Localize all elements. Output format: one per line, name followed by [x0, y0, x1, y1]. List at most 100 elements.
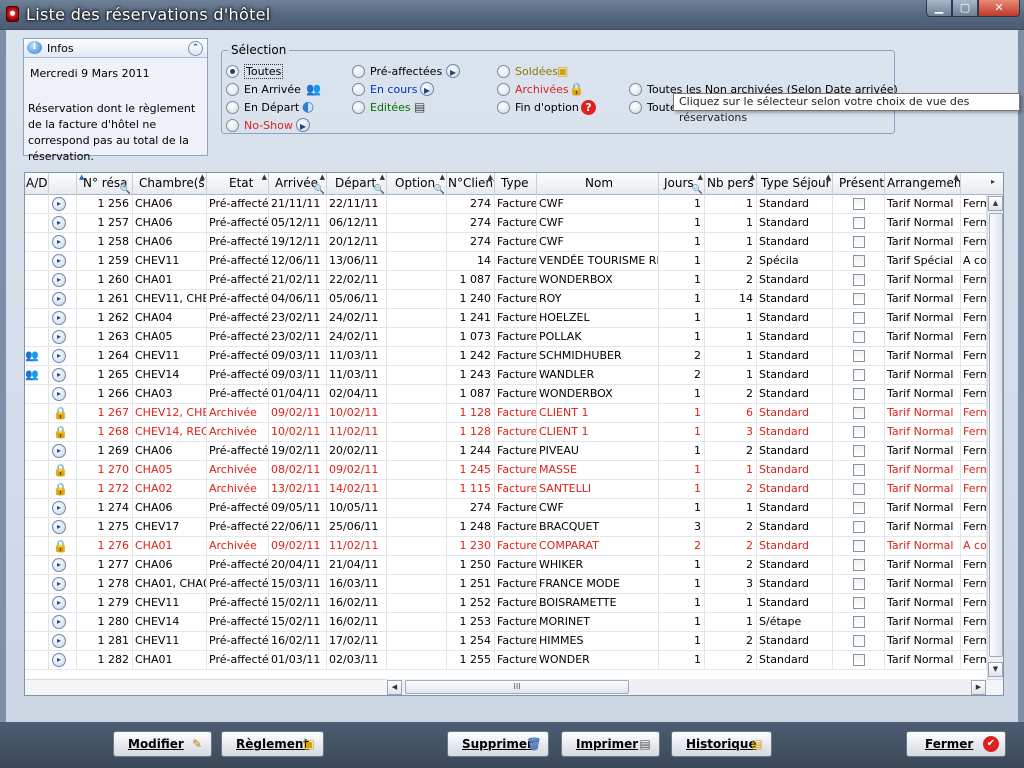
option-toutes[interactable]: Toutes	[226, 64, 346, 80]
present-checkbox[interactable]	[853, 597, 865, 609]
present-checkbox[interactable]	[853, 312, 865, 324]
col-jours[interactable]: Jours 🔍 ▲	[659, 173, 705, 195]
table-row[interactable]: ▸ 1 269 CHA06 Pré-affecté 19/02/11 20/02/11 1 …	[25, 442, 987, 461]
table-row[interactable]: ▸ 1 277 CHA06 Pré-affecté 20/04/11 21/04/11 1 …	[25, 556, 987, 575]
imprimer-button[interactable]: Imprimer ▤	[561, 731, 660, 757]
arrow-right-icon[interactable]: ▸	[52, 615, 66, 629]
filter-icon[interactable]: 🔍	[374, 185, 385, 195]
table-row[interactable]: ▸ 1 256 CHA06 Pré-affecté 21/11/11 22/11/11 27…	[25, 195, 987, 214]
arrow-right-icon[interactable]: ▸	[52, 235, 66, 249]
scroll-right-button[interactable]: ▶	[971, 680, 986, 695]
present-checkbox[interactable]	[853, 198, 865, 210]
table-row[interactable]: 🔒 1 268CHEV14, REG2Archivée10/02/1111/02/…	[25, 423, 987, 442]
present-checkbox[interactable]	[853, 369, 865, 381]
table-row[interactable]: ▸ 1 262 CHA04 Pré-affecté 23/02/11 24/02/11 1 …	[25, 309, 987, 328]
option-editees[interactable]: Editées ▤	[352, 100, 482, 116]
arrow-right-icon[interactable]: ▸	[52, 653, 66, 667]
arrow-right-icon[interactable]: ▸	[52, 501, 66, 515]
arrow-right-icon[interactable]: ▸	[52, 368, 66, 382]
present-checkbox[interactable]	[853, 350, 865, 362]
present-checkbox[interactable]	[853, 502, 865, 514]
col-nbpers[interactable]: Nb pers ▲	[705, 173, 757, 195]
option-fin-option[interactable]: Fin d'option ?	[497, 100, 617, 116]
horizontal-scrollbar[interactable]: ◀ III ▶	[387, 679, 987, 695]
filter-icon[interactable]: 🔍	[434, 185, 445, 195]
arrow-right-icon[interactable]: ▸	[52, 311, 66, 325]
present-checkbox[interactable]	[853, 483, 865, 495]
table-row[interactable]: 🔒 1 267CHEV12, CHEVArchivée09/02/1110/02/…	[25, 404, 987, 423]
scroll-down-button[interactable]: ▼	[988, 662, 1003, 677]
arrow-right-icon[interactable]: ▸	[52, 292, 66, 306]
present-checkbox[interactable]	[853, 236, 865, 248]
radio-toutes-non-archivees[interactable]	[629, 83, 642, 96]
table-row[interactable]: ▸ 1 282 CHA01 Pré-affecté 01/03/11 02/03/11 1 …	[25, 651, 987, 670]
present-checkbox[interactable]	[853, 521, 865, 533]
arrow-right-icon[interactable]: ▸	[52, 254, 66, 268]
col-type[interactable]: Type	[495, 173, 537, 195]
scroll-left-button[interactable]: ◀	[387, 680, 402, 695]
table-row[interactable]: ▸ 1 266 CHA03 Pré-affecté 01/04/11 02/04/11 1 …	[25, 385, 987, 404]
radio-no-show[interactable]	[226, 119, 239, 132]
present-checkbox[interactable]	[853, 540, 865, 552]
option-soldees[interactable]: Soldées ▣	[497, 64, 617, 80]
radio-toutes[interactable]	[226, 65, 239, 78]
present-checkbox[interactable]	[853, 217, 865, 229]
col-client[interactable]: N°Client ▲	[447, 173, 495, 195]
col-depart[interactable]: Départ 🔍 ▲	[327, 173, 387, 195]
col-ad[interactable]: A/D	[25, 173, 49, 195]
table-row[interactable]: ▸ 1 279 CHEV11 Pré-affecté 15/02/11 16/02/11 1…	[25, 594, 987, 613]
present-checkbox[interactable]	[853, 274, 865, 286]
table-row[interactable]: ▸ 1 274 CHA06 Pré-affecté 09/05/11 10/05/11 27…	[25, 499, 987, 518]
arrow-right-icon[interactable]: ▸	[52, 520, 66, 534]
arrow-right-icon[interactable]: ▸	[52, 444, 66, 458]
radio-editees[interactable]	[352, 101, 365, 114]
present-checkbox[interactable]	[853, 426, 865, 438]
vertical-scroll-thumb[interactable]	[989, 213, 1003, 657]
present-checkbox[interactable]	[853, 445, 865, 457]
arrow-right-icon[interactable]: ▸	[52, 596, 66, 610]
arrow-right-icon[interactable]: ▸	[52, 330, 66, 344]
arrow-right-icon[interactable]: ▸	[52, 387, 66, 401]
maximize-button[interactable]: ▢	[952, 0, 978, 17]
col-chambre[interactable]: Chambre(s) ▲	[133, 173, 207, 195]
arrow-right-icon[interactable]: ▸	[52, 197, 66, 211]
table-row[interactable]: ▸ 1 261CHEV11, CHEVPré-affecté04/06/1105/…	[25, 290, 987, 309]
filter-icon[interactable]: 🔍	[692, 185, 703, 195]
fermer-button[interactable]: Fermer ✔	[906, 731, 1006, 757]
present-checkbox[interactable]	[853, 407, 865, 419]
radio-soldees[interactable]	[497, 65, 510, 78]
radio-archivees[interactable]	[497, 83, 510, 96]
historique-button[interactable]: Historique ▤	[671, 731, 772, 757]
option-en-cours[interactable]: En cours ▸	[352, 82, 482, 98]
arrow-right-icon[interactable]: ▸	[52, 349, 66, 363]
arrow-right-icon[interactable]: ▸	[52, 577, 66, 591]
reglement-button[interactable]: Règlement ▣	[221, 731, 324, 757]
arrow-right-icon[interactable]: ▸	[52, 634, 66, 648]
col-option[interactable]: Option 🔍 ▲	[387, 173, 447, 195]
table-row[interactable]: 🔒 1 270 CHA05 Archivée 08/02/11 09/02/11 1 245…	[25, 461, 987, 480]
arrow-right-icon[interactable]: ▸	[52, 216, 66, 230]
col-etat[interactable]: Etat ▲	[207, 173, 269, 195]
radio-en-cours[interactable]	[352, 83, 365, 96]
radio-en-depart[interactable]	[226, 101, 239, 114]
present-checkbox[interactable]	[853, 616, 865, 628]
option-no-show[interactable]: No-Show ▸	[226, 118, 346, 134]
col-extra[interactable]	[961, 173, 987, 195]
arrow-right-icon[interactable]: ▸	[446, 64, 460, 79]
filter-icon[interactable]: 🔍	[120, 185, 131, 195]
scroll-up-button[interactable]: ▲	[988, 196, 1003, 211]
table-row[interactable]: 🔒 1 272 CHA02 Archivée 13/02/11 14/02/11 1 115…	[25, 480, 987, 499]
table-row[interactable]: ▸ 1 280 CHEV14 Pré-affecté 15/02/11 16/02/11 1…	[25, 613, 987, 632]
col-sejour[interactable]: Type Séjour ▲	[757, 173, 833, 195]
col-nom[interactable]: Nom	[537, 173, 659, 195]
arrow-right-icon[interactable]: ▸	[52, 273, 66, 287]
filter-icon[interactable]: 🔍	[314, 185, 325, 195]
arrow-right-icon[interactable]: ▸	[420, 82, 434, 97]
option-en-arrivee[interactable]: En Arrivée 👥	[226, 82, 346, 98]
present-checkbox[interactable]	[853, 388, 865, 400]
table-row[interactable]: 👥 ▸ 1 265 CHEV14 Pré-affecté 09/03/11 11/03/11…	[25, 366, 987, 385]
option-pre-affectees[interactable]: Pré-affectées ▸	[352, 64, 482, 80]
present-checkbox[interactable]	[853, 559, 865, 571]
col-status[interactable]	[49, 173, 77, 195]
table-row[interactable]: 🔒 1 276 CHA01 Archivée 09/02/11 11/02/11 1 230…	[25, 537, 987, 556]
